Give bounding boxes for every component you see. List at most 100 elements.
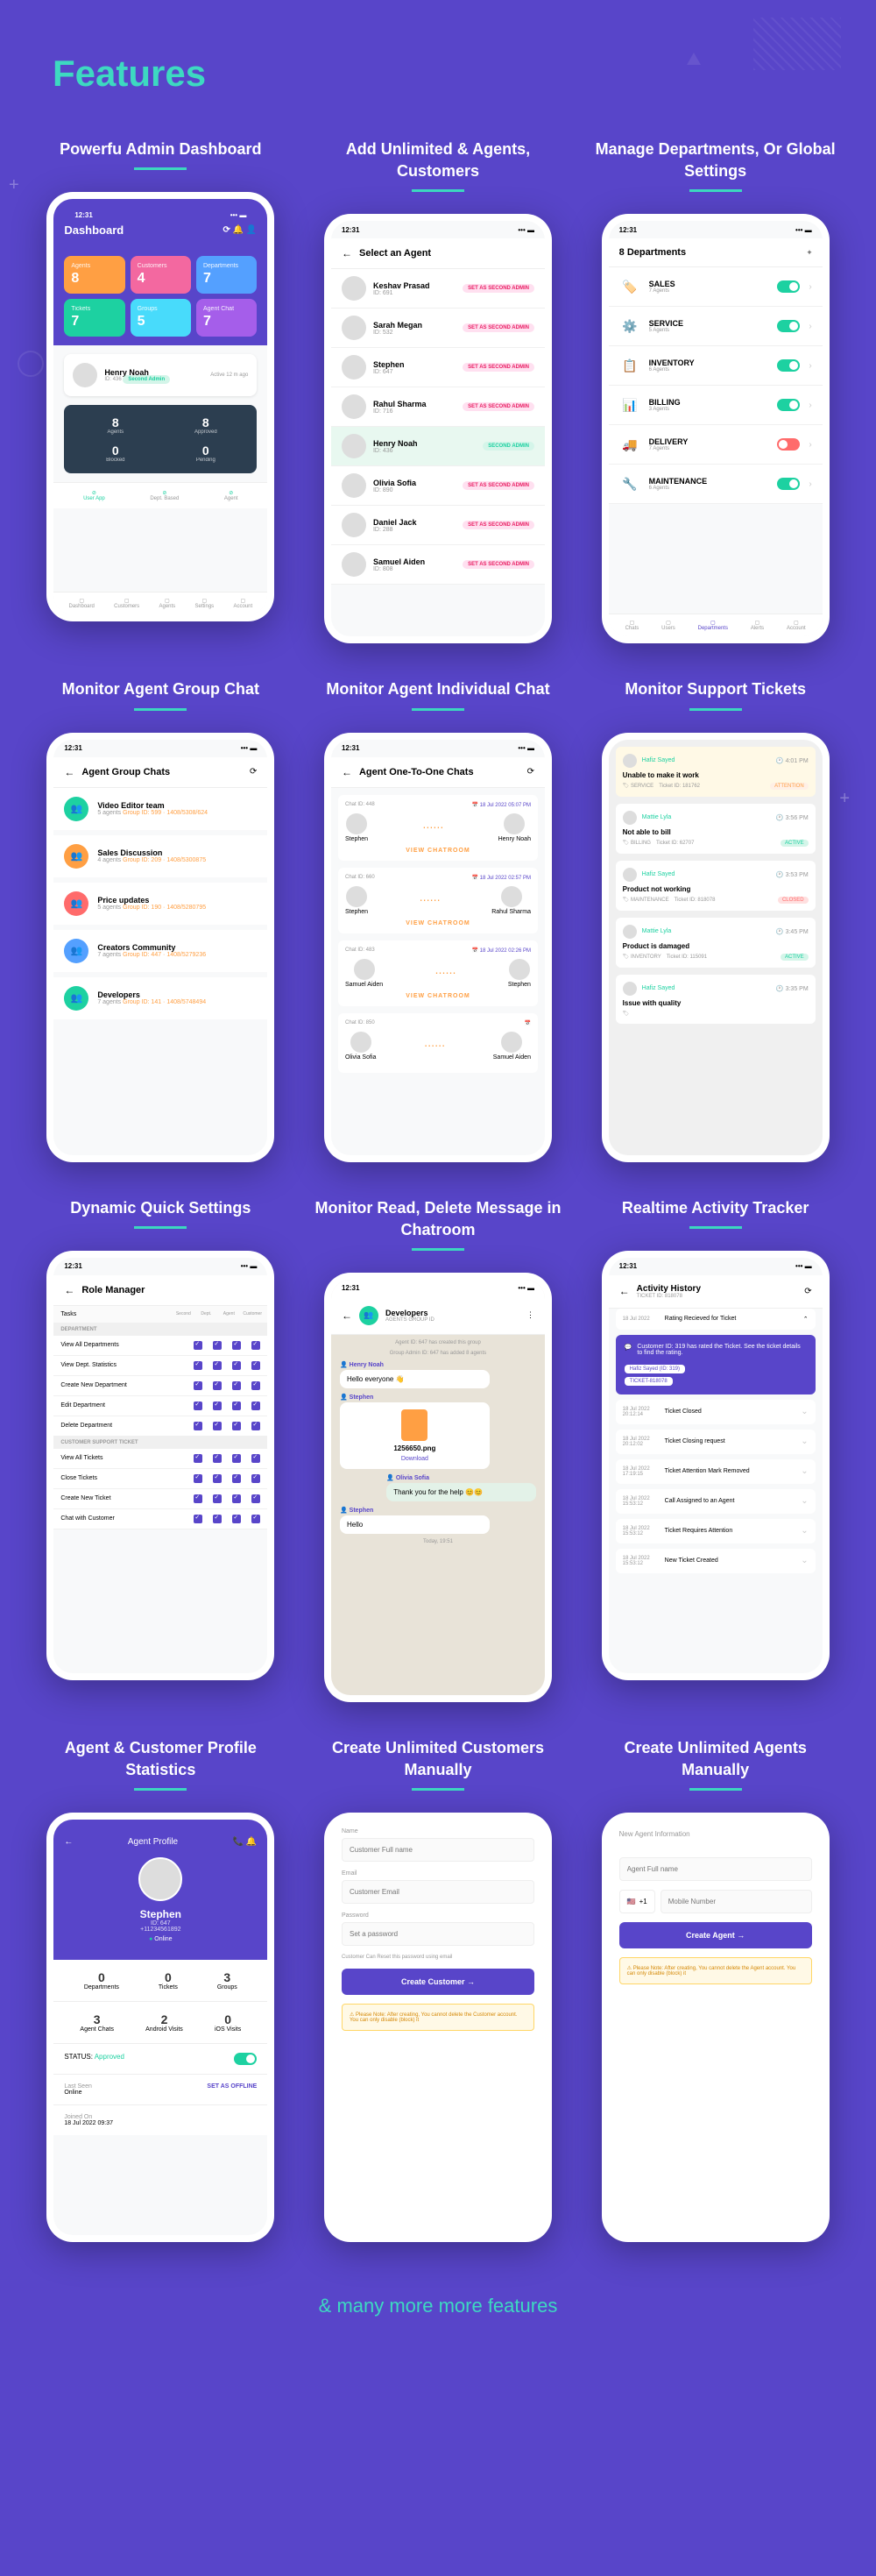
header-icons[interactable]: ⟳ 🔔 👤 (223, 225, 257, 235)
department-item[interactable]: 🚚DELIVERY7 Agents› (609, 425, 823, 465)
role-checkbox[interactable] (194, 1341, 202, 1350)
dept-toggle[interactable] (777, 359, 800, 372)
agent-badge[interactable]: SET AS SECOND ADMIN (463, 284, 534, 293)
dashboard-tile[interactable]: Tickets7 (64, 299, 124, 337)
back-icon[interactable]: ← (342, 247, 352, 259)
agent-list-item[interactable]: Sarah MeganID: 532SET AS SECOND ADMIN (331, 309, 545, 348)
agent-list-item[interactable]: Samuel AidenID: 808SET AS SECOND ADMIN (331, 545, 545, 585)
group-item[interactable]: 👥Video Editor team5 agents Group ID: 599… (53, 788, 267, 830)
create-agent-button[interactable]: Create Agent → (619, 1922, 812, 1948)
agent-badge[interactable]: SET AS SECOND ADMIN (463, 481, 534, 490)
agent-badge[interactable]: SECOND ADMIN (483, 442, 534, 451)
department-item[interactable]: 🔧MAINTENANCE6 Agents› (609, 465, 823, 504)
nav-tab[interactable]: ⊘Agent (224, 490, 238, 501)
role-checkbox[interactable] (194, 1474, 202, 1483)
role-checkbox[interactable] (194, 1402, 202, 1410)
country-code-selector[interactable]: 🇺🇸 +1 (619, 1890, 655, 1913)
department-item[interactable]: 🏷️SALES7 Agents› (609, 267, 823, 307)
agent-list-item[interactable]: Henry NoahID: 436SECOND ADMIN (331, 427, 545, 466)
agent-badge[interactable]: SET AS SECOND ADMIN (463, 402, 534, 411)
role-checkbox[interactable] (213, 1515, 222, 1523)
view-chatroom-button[interactable]: VIEW CHATROOM (345, 920, 531, 926)
ticket-item[interactable]: Mattie Lyla🕐 3:45 PMProduct is damaged🏷 … (616, 918, 816, 968)
back-icon[interactable]: ← (64, 1837, 73, 1847)
agent-list-item[interactable]: Rahul SharmaID: 716SET AS SECOND ADMIN (331, 387, 545, 427)
department-item[interactable]: 📊BILLING3 Agents› (609, 386, 823, 425)
chat-card[interactable]: Chat ID: 483📅 18 Jul 2022 02:26 PMSamuel… (338, 940, 538, 1006)
role-checkbox[interactable] (213, 1381, 222, 1390)
chat-message[interactable]: 👤 StephenHello (340, 1507, 490, 1534)
nav-tab[interactable]: ⊘Dept. Based (150, 490, 179, 501)
dept-toggle[interactable] (777, 478, 800, 490)
name-input[interactable] (342, 1838, 534, 1862)
activity-item[interactable]: 18 Jul 202220:12:02Ticket Closing reques… (616, 1430, 816, 1454)
dept-toggle[interactable] (777, 399, 800, 411)
role-checkbox[interactable] (194, 1454, 202, 1463)
role-checkbox[interactable] (194, 1422, 202, 1430)
password-input[interactable] (342, 1922, 534, 1946)
chat-card[interactable]: Chat ID: 448📅 18 Jul 2022 05:07 PMStephe… (338, 795, 538, 861)
activity-item[interactable]: 18 Jul 202215:53:12Call Assigned to an A… (616, 1489, 816, 1514)
agent-list-item[interactable]: Daniel JackID: 288SET AS SECOND ADMIN (331, 506, 545, 545)
back-icon[interactable]: ← (619, 1285, 630, 1297)
bottom-nav-item[interactable]: ▢Alerts (751, 620, 764, 631)
dashboard-tile[interactable]: Customers4 (131, 256, 191, 294)
role-checkbox[interactable] (232, 1402, 241, 1410)
refresh-icon[interactable]: ⟳ (250, 767, 257, 777)
role-checkbox[interactable] (251, 1361, 260, 1370)
role-checkbox[interactable] (232, 1361, 241, 1370)
role-checkbox[interactable] (213, 1361, 222, 1370)
role-checkbox[interactable] (251, 1454, 260, 1463)
bottom-nav-item[interactable]: ▢Settings (194, 598, 214, 609)
department-item[interactable]: 📋INVENTORY6 Agents› (609, 346, 823, 386)
role-checkbox[interactable] (251, 1341, 260, 1350)
role-checkbox[interactable] (213, 1422, 222, 1430)
dashboard-tile[interactable]: Groups5 (131, 299, 191, 337)
phone-input[interactable] (661, 1890, 812, 1913)
ticket-item[interactable]: Hafiz Sayed🕐 3:53 PMProduct not working🏷… (616, 861, 816, 911)
agent-list-item[interactable]: StephenID: 647SET AS SECOND ADMIN (331, 348, 545, 387)
agent-badge[interactable]: SET AS SECOND ADMIN (463, 521, 534, 529)
bottom-nav-item[interactable]: ▢Customers (114, 598, 139, 609)
bottom-nav-item[interactable]: ▢Dashboard (68, 598, 94, 609)
email-input[interactable] (342, 1880, 534, 1904)
activity-expanded-header[interactable]: 18 Jul 2022Rating Recieved for Ticket⌃ (616, 1309, 816, 1330)
back-icon[interactable]: ← (64, 766, 74, 778)
activity-chip[interactable]: TICKET-818078 (625, 1377, 673, 1386)
ticket-item[interactable]: Hafiz Sayed🕐 3:35 PMIssue with quality🏷 (616, 975, 816, 1024)
back-icon[interactable]: ← (342, 766, 352, 778)
role-checkbox[interactable] (194, 1381, 202, 1390)
role-checkbox[interactable] (251, 1474, 260, 1483)
dept-toggle[interactable] (777, 438, 800, 451)
activity-chip[interactable]: Hafiz Sayed (ID: 319) (625, 1365, 685, 1373)
role-checkbox[interactable] (251, 1402, 260, 1410)
more-icon[interactable]: ⋮ (526, 1310, 534, 1320)
dashboard-tile[interactable]: Agent Chat7 (196, 299, 257, 337)
ticket-item[interactable]: Hafiz Sayed🕐 4:01 PMUnable to make it wo… (616, 747, 816, 797)
activity-item[interactable]: 18 Jul 202215:53:12Ticket Requires Atten… (616, 1519, 816, 1543)
status-toggle[interactable] (234, 2053, 257, 2065)
agent-list-item[interactable]: Keshav PrasadID: 691SET AS SECOND ADMIN (331, 269, 545, 309)
role-checkbox[interactable] (251, 1381, 260, 1390)
refresh-icon[interactable]: ⟳ (527, 767, 534, 777)
role-checkbox[interactable] (232, 1341, 241, 1350)
dashboard-tile[interactable]: Departments7 (196, 256, 257, 294)
role-checkbox[interactable] (194, 1515, 202, 1523)
agent-name-input[interactable] (619, 1857, 812, 1881)
activity-cta-card[interactable]: 💬Customer ID: 319 has rated the Ticket. … (616, 1335, 816, 1394)
dept-toggle[interactable] (777, 280, 800, 293)
back-icon[interactable]: ← (342, 1309, 352, 1322)
agent-list-item[interactable]: Olivia SofiaID: 890SET AS SECOND ADMIN (331, 466, 545, 506)
back-icon[interactable]: ← (64, 1284, 74, 1296)
chat-message[interactable]: 👤 Henry NoahHello everyone 👋 (340, 1361, 490, 1388)
agent-badge[interactable]: SET AS SECOND ADMIN (463, 323, 534, 332)
role-checkbox[interactable] (213, 1474, 222, 1483)
bottom-nav-item[interactable]: ▢Users (661, 620, 675, 631)
chat-message[interactable]: 👤 Olivia SofiaThank you for the help 😊😊 (386, 1474, 536, 1501)
refresh-icon[interactable]: ⟳ (804, 1287, 811, 1296)
view-chatroom-button[interactable]: VIEW CHATROOM (345, 848, 531, 854)
download-button[interactable]: Download (401, 1456, 428, 1462)
role-checkbox[interactable] (194, 1361, 202, 1370)
activity-item[interactable]: 18 Jul 202215:53:12New Ticket Created⌄ (616, 1549, 816, 1573)
role-checkbox[interactable] (232, 1381, 241, 1390)
